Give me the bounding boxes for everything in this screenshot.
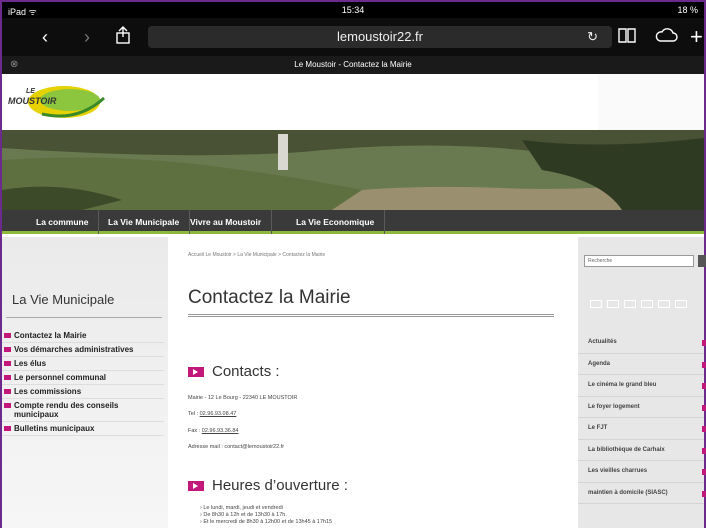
search-button[interactable] [698, 255, 706, 267]
sidebar-item-commissions[interactable]: Les commissions [2, 385, 164, 399]
reload-icon[interactable]: ↻ [587, 26, 598, 48]
link-actualites[interactable]: Actualités [578, 332, 706, 354]
nav-la-vie-municipale[interactable]: La Vie Municipale [98, 210, 191, 234]
back-icon[interactable]: ‹ [42, 26, 48, 48]
fax-line: Fax : 02.96.93.36.84 [188, 428, 238, 434]
breadcrumb[interactable]: Accueil Le Moustoir > La Vie Municipale … [188, 252, 325, 258]
hours-line: › De 8h30 à 12h et de 13h30 à 17h. [200, 512, 287, 518]
left-sidebar: La Vie Municipale Contactez la Mairie Vo… [2, 237, 168, 528]
fax-link[interactable]: 02.96.93.36.84 [202, 428, 239, 434]
nav-la-commune[interactable]: La commune [26, 210, 100, 234]
hours-line: › Et le mercredi de 8h30 à 12h00 et de 1… [200, 519, 333, 525]
heading-arrow-icon [188, 481, 204, 492]
sidebar-divider [6, 317, 162, 318]
quick-link-icon[interactable] [607, 300, 619, 308]
quick-link-icon[interactable] [675, 300, 687, 308]
right-column: Recherche Actualités Agenda Le cinéma le… [578, 237, 706, 528]
browser-toolbar: ‹ › lemoustoir22.fr ↻ + [2, 18, 704, 56]
quick-link-icon[interactable] [641, 300, 653, 308]
link-agenda[interactable]: Agenda [578, 354, 706, 375]
nav-la-vie-economique[interactable]: La Vie Economique [286, 210, 386, 234]
logo-text-le: LE [26, 88, 35, 95]
link-fjt[interactable]: Le FJT [578, 418, 706, 440]
forward-icon[interactable]: › [84, 26, 90, 48]
sidebar-item-contactez-la-mairie[interactable]: Contactez la Mairie [2, 329, 164, 343]
address-bar[interactable]: lemoustoir22.fr ↻ [148, 26, 612, 48]
main-content: Accueil Le Moustoir > La Vie Municipale … [168, 237, 578, 528]
link-bibliotheque[interactable]: La bibliothèque de Carhaix [578, 440, 706, 461]
tab-title[interactable]: Le Moustoir - Contactez la Mairie [294, 60, 411, 69]
contacts-heading-text: Contacts : [212, 363, 280, 380]
cloud-tabs-icon[interactable] [654, 26, 678, 48]
phone-line: Tel : 02.96.93.08.47 [188, 411, 236, 417]
phone-link[interactable]: 02.96.93.08.47 [200, 411, 237, 417]
url-text: lemoustoir22.fr [337, 29, 423, 44]
address-text: Mairie - 12 Le Bourg - 22340 LE MOUSTOIR [188, 395, 298, 401]
logo-text-name: MOUSTOIR [8, 96, 57, 106]
bookmarks-icon[interactable] [618, 26, 636, 48]
banner-landscape [2, 130, 704, 210]
status-bar: iPad ᯤ 15:34 18 % [2, 2, 704, 18]
search-input[interactable]: Recherche [584, 255, 694, 267]
quick-link-icon[interactable] [624, 300, 636, 308]
fax-label: Fax : [188, 428, 202, 434]
site-logo[interactable]: LE MOUSTOIR [8, 82, 108, 122]
title-divider [188, 314, 554, 317]
link-vieilles-charrues[interactable]: Les vieilles charrues [578, 461, 706, 483]
sidebar-item-personnel[interactable]: Le personnel communal [2, 371, 164, 385]
right-links: Actualités Agenda Le cinéma le grand ble… [578, 332, 706, 504]
heading-arrow-icon [188, 367, 204, 378]
share-icon[interactable] [116, 26, 130, 48]
email-text: Adresse mail : contact@lemoustoir22.fr [188, 444, 285, 450]
hours-heading: Heures d’ouverture : [188, 477, 348, 494]
hero-banner [2, 130, 704, 210]
quick-icons [590, 295, 692, 313]
link-foyer-logement[interactable]: Le foyer logement [578, 397, 706, 418]
sidebar-item-bulletins[interactable]: Bulletins municipaux [2, 422, 164, 436]
close-tab-icon[interactable]: ⊗ [10, 56, 18, 74]
sidebar-item-demarches[interactable]: Vos démarches administratives [2, 343, 164, 357]
hours-list: › Le lundi, mardi, jeudi et vendredi › D… [200, 505, 332, 526]
hours-line: › Le lundi, mardi, jeudi et vendredi [200, 505, 283, 511]
sidebar-item-comptes-rendus[interactable]: Compte rendu des conseils municipaux [2, 399, 164, 422]
site-header: LE MOUSTOIR [2, 74, 598, 130]
link-cinema[interactable]: Le cinéma le grand bleu [578, 375, 706, 397]
battery-level: 18 % [677, 5, 698, 15]
clock: 15:34 [341, 5, 365, 15]
page-title: Contactez la Mairie [188, 287, 351, 308]
nav-vivre-au-moustoir[interactable]: Vivre au Moustoir [180, 210, 273, 234]
quick-link-icon[interactable] [590, 300, 602, 308]
link-maintien-domicile[interactable]: maintien à domicile (SIASC) [578, 483, 706, 504]
quick-link-icon[interactable] [658, 300, 670, 308]
phone-label: Tel : [188, 411, 200, 417]
sidebar-title: La Vie Municipale [12, 292, 115, 307]
hours-heading-text: Heures d’ouverture : [212, 477, 348, 494]
sidebar-item-elus[interactable]: Les élus [2, 357, 164, 371]
header-right-area [598, 74, 704, 130]
tab-bar: ⊗ Le Moustoir - Contactez la Mairie [2, 56, 704, 74]
contacts-heading: Contacts : [188, 363, 280, 380]
new-tab-icon[interactable]: + [690, 26, 703, 48]
main-nav: La commune La Vie Municipale Vivre au Mo… [2, 210, 704, 234]
sidebar-menu: Contactez la Mairie Vos démarches admini… [2, 329, 164, 436]
